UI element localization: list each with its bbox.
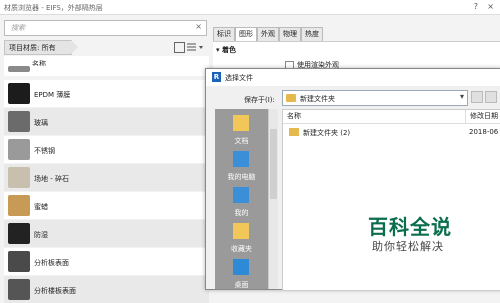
column-name-header[interactable]: 名称 <box>283 110 466 124</box>
clear-search-icon[interactable]: × <box>195 22 202 31</box>
save-in-label: 保存于(I): <box>244 96 275 104</box>
column-date-header[interactable]: 修改日期 <box>466 110 500 124</box>
filter-label: 项目材质: 所有 <box>9 44 56 52</box>
shading-section-header[interactable]: ▾ 着色 <box>216 45 236 55</box>
watermark-subtitle: 助你轻松解决 <box>372 240 444 253</box>
material-name: 玻璃 <box>34 119 48 127</box>
desktop-icon <box>233 259 249 275</box>
window-title: 材质浏览器 - EIFS，外部隔热层 <box>4 4 103 12</box>
material-swatch <box>8 167 30 188</box>
place-label: 文档 <box>234 137 249 145</box>
material-filter[interactable]: 项目材质: 所有 <box>4 40 78 55</box>
material-swatch <box>8 139 30 160</box>
place-label: 桌面 <box>234 281 249 289</box>
material-swatch <box>8 223 30 244</box>
search-placeholder: 搜索 <box>11 24 25 32</box>
help-icon[interactable]: ? <box>474 2 478 11</box>
title-bar: 材质浏览器 - EIFS，外部隔热层 ? × <box>0 0 500 15</box>
material-swatch <box>8 83 30 104</box>
grid-view-icon[interactable] <box>174 42 185 53</box>
list-item[interactable]: 场地 - 碎石 <box>4 164 209 191</box>
folder-icon <box>286 94 296 102</box>
select-file-dialog: R 选择文件 保存于(I): 新建文件夹 ▾ 文档 我的电脑 我的 收藏夹 桌面 <box>205 68 500 291</box>
computer-icon <box>233 151 249 167</box>
list-item[interactable]: 分析板表面 <box>4 248 209 275</box>
place-label: 收藏夹 <box>231 245 252 253</box>
material-name: 蜜蜡 <box>34 203 48 211</box>
close-icon[interactable]: × <box>487 2 494 11</box>
back-icon[interactable] <box>471 91 483 103</box>
material-list: EPDM 薄膜 玻璃 不锈钢 场地 - 碎石 蜜蜡 防湿 分析板表面 分析楼板表… <box>4 66 209 303</box>
folder-icon <box>289 128 299 136</box>
tab-thermal[interactable]: 热度 <box>301 27 323 42</box>
material-name: 场地 - 碎石 <box>34 175 69 183</box>
material-swatch <box>8 195 30 216</box>
list-view-icon[interactable] <box>187 42 203 51</box>
save-in-dropdown[interactable]: 新建文件夹 ▾ <box>282 90 468 106</box>
file-name: 新建文件夹 (2) <box>303 129 351 137</box>
place-label: 我的电脑 <box>227 173 256 181</box>
dialog-title-bar: R 选择文件 <box>206 69 500 86</box>
material-swatch <box>8 279 30 300</box>
dialog-title: 选择文件 <box>225 74 253 82</box>
up-folder-icon[interactable] <box>485 91 497 103</box>
documents-icon <box>233 115 249 131</box>
tab-appearance[interactable]: 外观 <box>257 27 279 42</box>
list-item[interactable]: 不锈钢 <box>4 136 209 163</box>
place-favorites[interactable]: 收藏夹 <box>215 221 268 257</box>
places-bar: 文档 我的电脑 我的 收藏夹 桌面 <box>215 109 268 289</box>
network-icon <box>233 187 249 203</box>
list-item[interactable] <box>4 66 209 76</box>
tab-graphics[interactable]: 图形 <box>235 27 257 42</box>
material-swatch <box>8 251 30 272</box>
material-name: EPDM 薄膜 <box>34 91 71 99</box>
list-item[interactable]: 蜜蜡 <box>4 192 209 219</box>
tab-identity[interactable]: 标识 <box>213 27 235 42</box>
filter-arrow-icon <box>71 40 78 54</box>
place-my[interactable]: 我的 <box>215 185 268 221</box>
file-list: 名称 修改日期 新建文件夹 (2) 2018-06 <box>282 109 500 291</box>
list-item[interactable]: 防湿 <box>4 220 209 247</box>
place-label: 我的 <box>234 209 249 217</box>
chevron-down-icon: ▾ <box>459 92 464 101</box>
material-name: 分析板表面 <box>34 259 69 267</box>
tab-physical[interactable]: 物理 <box>279 27 301 42</box>
scroll-thumb[interactable] <box>270 129 277 199</box>
list-item[interactable]: 玻璃 <box>4 108 209 135</box>
save-in-value: 新建文件夹 <box>300 95 335 103</box>
revit-app-icon: R <box>212 72 221 82</box>
search-input[interactable]: 搜索 × <box>4 20 207 36</box>
place-documents[interactable]: 文档 <box>215 113 268 149</box>
material-swatch <box>8 66 30 72</box>
place-my-computer[interactable]: 我的电脑 <box>215 149 268 185</box>
favorites-icon <box>233 223 249 239</box>
file-date: 2018-06 <box>469 128 499 136</box>
list-item[interactable]: 分析楼板表面 <box>4 276 209 303</box>
material-name: 不锈钢 <box>34 147 55 155</box>
material-swatch <box>8 111 30 132</box>
list-item[interactable]: EPDM 薄膜 <box>4 80 209 107</box>
watermark-title: 百科全说 <box>368 215 452 239</box>
places-scrollbar[interactable] <box>268 109 278 289</box>
material-name: 防湿 <box>34 231 48 239</box>
